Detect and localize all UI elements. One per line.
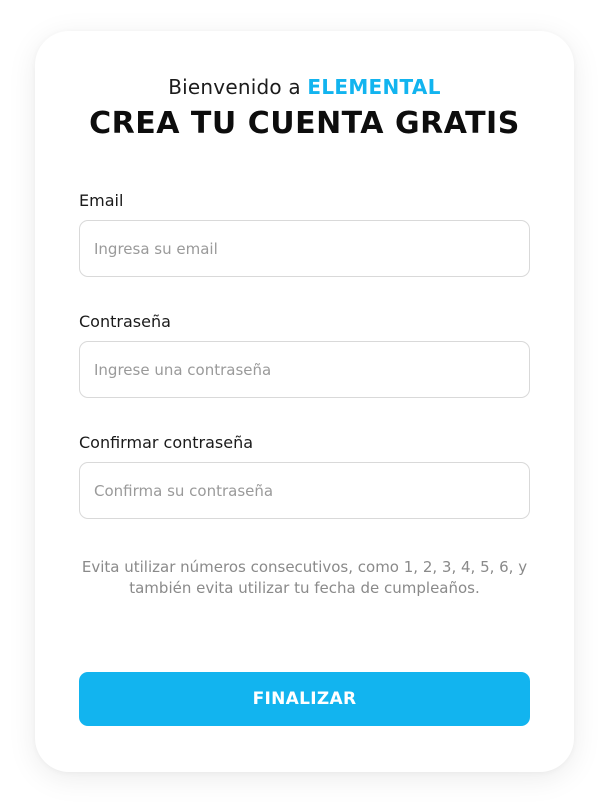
email-field[interactable] — [79, 220, 530, 277]
signup-card: Bienvenido a ELEMENTAL CREA TU CUENTA GR… — [35, 31, 574, 772]
password-label: Contraseña — [79, 312, 171, 331]
welcome-text: Bienvenido a ELEMENTAL — [35, 75, 574, 99]
confirm-password-label: Confirmar contraseña — [79, 433, 254, 452]
password-field[interactable] — [79, 341, 530, 398]
password-hint: Evita utilizar números consecutivos, com… — [81, 558, 528, 597]
email-label: Email — [79, 191, 124, 210]
brand-name: ELEMENTAL — [307, 75, 441, 99]
welcome-prefix: Bienvenido a — [168, 75, 308, 99]
page-title: CREA TU CUENTA GRATIS — [89, 106, 520, 141]
confirm-password-field[interactable] — [79, 462, 530, 519]
finalize-button[interactable]: FINALIZAR — [79, 672, 530, 726]
